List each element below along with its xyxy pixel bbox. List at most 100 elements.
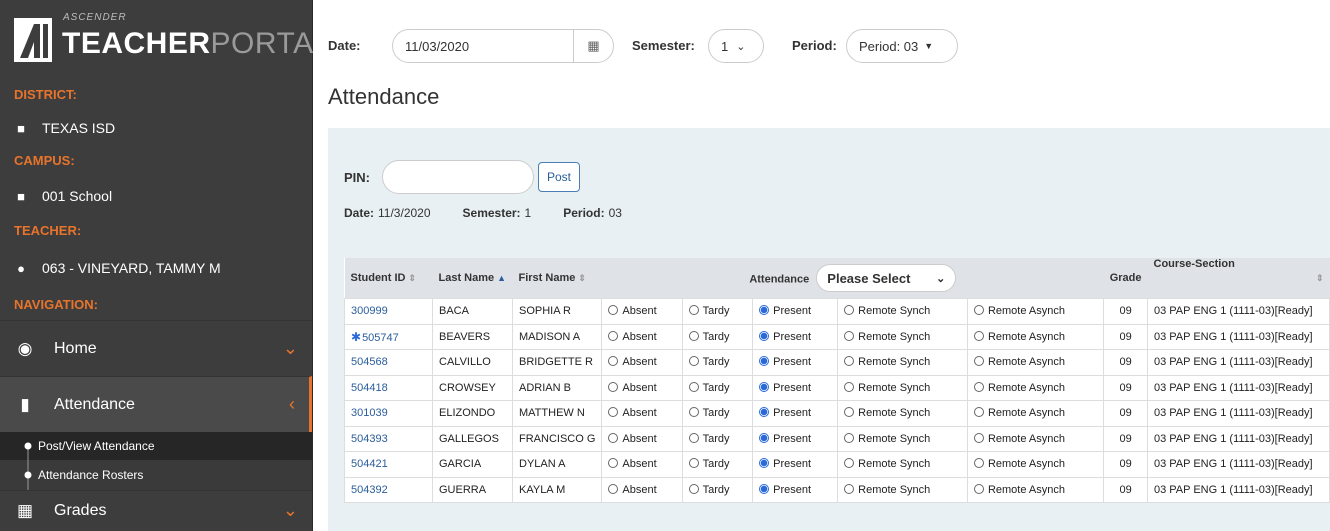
attendance-option-present[interactable]: Present bbox=[752, 425, 839, 452]
attendance-option-present[interactable]: Present bbox=[752, 451, 839, 478]
calendar-icon[interactable]: ▦ bbox=[573, 30, 613, 62]
radio-absent[interactable] bbox=[608, 458, 619, 469]
attendance-option-present[interactable]: Present bbox=[752, 400, 839, 427]
radio-present[interactable] bbox=[759, 483, 770, 494]
attendance-option-present[interactable]: Present bbox=[752, 374, 839, 401]
attendance-option-remote-asynch[interactable]: Remote Asynch bbox=[966, 425, 1105, 452]
col-last-name[interactable]: Last Name ▲ bbox=[433, 258, 513, 299]
nav-grades[interactable]: ▦ Grades ⌄ bbox=[0, 490, 312, 530]
radio-present[interactable] bbox=[759, 458, 770, 469]
attendance-option-remote-asynch[interactable]: Remote Asynch bbox=[966, 298, 1105, 325]
pin-input[interactable] bbox=[382, 160, 534, 194]
radio-remote-synch[interactable] bbox=[844, 483, 855, 494]
radio-remote-asynch[interactable] bbox=[973, 407, 984, 418]
student-id-link[interactable]: 504421 bbox=[344, 451, 433, 478]
app-logo[interactable]: ASCENDER TEACHERPORTAL bbox=[0, 0, 330, 80]
attendance-option-absent[interactable]: Absent bbox=[601, 323, 683, 350]
nav-home[interactable]: ◉ Home ⌄ bbox=[0, 320, 312, 376]
attendance-option-remote-asynch[interactable]: Remote Asynch bbox=[966, 374, 1105, 401]
attendance-option-remote-asynch[interactable]: Remote Asynch bbox=[966, 400, 1105, 427]
radio-remote-synch[interactable] bbox=[844, 432, 855, 443]
attendance-option-tardy[interactable]: Tardy bbox=[681, 374, 754, 401]
col-first-name[interactable]: First Name ⇕ bbox=[513, 258, 602, 299]
radio-tardy[interactable] bbox=[688, 381, 699, 392]
radio-tardy[interactable] bbox=[688, 407, 699, 418]
attendance-option-tardy[interactable]: Tardy bbox=[681, 425, 754, 452]
student-id-link[interactable]: ✱505747 bbox=[344, 323, 433, 350]
attendance-option-tardy[interactable]: Tardy bbox=[681, 476, 754, 503]
radio-absent[interactable] bbox=[608, 381, 619, 392]
nav-attendance[interactable]: ▮ Attendance ‹ bbox=[0, 376, 312, 432]
radio-remote-asynch[interactable] bbox=[973, 381, 984, 392]
post-button[interactable]: Post bbox=[538, 162, 581, 192]
attendance-option-remote-asynch[interactable]: Remote Asynch bbox=[966, 349, 1105, 376]
attendance-option-tardy[interactable]: Tardy bbox=[681, 400, 754, 427]
attendance-option-absent[interactable]: Absent bbox=[601, 298, 683, 325]
period-select[interactable]: Period: 03 ▼ bbox=[846, 29, 958, 63]
radio-absent[interactable] bbox=[608, 407, 619, 418]
attendance-option-remote-synch[interactable]: Remote Synch bbox=[837, 298, 968, 325]
radio-present[interactable] bbox=[759, 381, 770, 392]
col-grade[interactable]: Grade bbox=[1104, 258, 1148, 299]
radio-absent[interactable] bbox=[608, 356, 619, 367]
attendance-option-remote-synch[interactable]: Remote Synch bbox=[837, 323, 968, 350]
student-id-link[interactable]: 300999 bbox=[344, 298, 433, 325]
student-id-link[interactable]: 504392 bbox=[344, 476, 433, 503]
col-student-id[interactable]: Student ID ⇕ bbox=[345, 258, 433, 299]
radio-remote-synch[interactable] bbox=[844, 458, 855, 469]
radio-present[interactable] bbox=[759, 356, 770, 367]
radio-remote-synch[interactable] bbox=[844, 381, 855, 392]
attendance-option-remote-synch[interactable]: Remote Synch bbox=[837, 476, 968, 503]
radio-remote-asynch[interactable] bbox=[973, 356, 984, 367]
attendance-option-absent[interactable]: Absent bbox=[601, 451, 683, 478]
radio-tardy[interactable] bbox=[688, 483, 699, 494]
attendance-option-tardy[interactable]: Tardy bbox=[681, 349, 754, 376]
attendance-option-remote-synch[interactable]: Remote Synch bbox=[837, 425, 968, 452]
student-id-link[interactable]: 301039 bbox=[344, 400, 433, 427]
nav-post-view-attendance[interactable]: Post/View Attendance bbox=[0, 432, 312, 460]
radio-tardy[interactable] bbox=[688, 330, 699, 341]
attendance-option-tardy[interactable]: Tardy bbox=[681, 323, 754, 350]
semester-select[interactable]: 1 ⌄ bbox=[708, 29, 764, 63]
radio-remote-synch[interactable] bbox=[844, 407, 855, 418]
radio-tardy[interactable] bbox=[688, 458, 699, 469]
attendance-option-absent[interactable]: Absent bbox=[601, 400, 683, 427]
attendance-option-remote-synch[interactable]: Remote Synch bbox=[837, 400, 968, 427]
attendance-option-tardy[interactable]: Tardy bbox=[681, 298, 754, 325]
date-input[interactable]: 11/03/2020 bbox=[393, 39, 573, 54]
attendance-option-absent[interactable]: Absent bbox=[601, 374, 683, 401]
radio-present[interactable] bbox=[759, 330, 770, 341]
radio-tardy[interactable] bbox=[688, 356, 699, 367]
attendance-option-remote-synch[interactable]: Remote Synch bbox=[837, 374, 968, 401]
attendance-option-present[interactable]: Present bbox=[752, 298, 839, 325]
attendance-option-remote-asynch[interactable]: Remote Asynch bbox=[966, 451, 1105, 478]
date-picker[interactable]: 11/03/2020 ▦ bbox=[392, 29, 614, 63]
attendance-option-absent[interactable]: Absent bbox=[601, 349, 683, 376]
radio-remote-synch[interactable] bbox=[844, 305, 855, 316]
radio-remote-asynch[interactable] bbox=[973, 458, 984, 469]
attendance-option-remote-synch[interactable]: Remote Synch bbox=[837, 349, 968, 376]
radio-present[interactable] bbox=[759, 432, 770, 443]
radio-tardy[interactable] bbox=[688, 305, 699, 316]
attendance-bulk-select[interactable]: Please Select ⌄ bbox=[816, 264, 957, 292]
attendance-option-present[interactable]: Present bbox=[752, 323, 839, 350]
radio-present[interactable] bbox=[759, 305, 770, 316]
attendance-option-tardy[interactable]: Tardy bbox=[681, 451, 754, 478]
attendance-option-present[interactable]: Present bbox=[752, 476, 839, 503]
radio-absent[interactable] bbox=[608, 330, 619, 341]
attendance-option-remote-synch[interactable]: Remote Synch bbox=[837, 451, 968, 478]
radio-present[interactable] bbox=[759, 407, 770, 418]
radio-remote-synch[interactable] bbox=[844, 330, 855, 341]
radio-absent[interactable] bbox=[608, 432, 619, 443]
radio-remote-asynch[interactable] bbox=[973, 483, 984, 494]
radio-absent[interactable] bbox=[608, 305, 619, 316]
radio-remote-asynch[interactable] bbox=[973, 432, 984, 443]
student-id-link[interactable]: 504568 bbox=[344, 349, 433, 376]
attendance-option-remote-asynch[interactable]: Remote Asynch bbox=[966, 476, 1105, 503]
col-course-section[interactable]: Course-Section ⇕ bbox=[1148, 258, 1330, 299]
student-id-link[interactable]: 504418 bbox=[344, 374, 433, 401]
attendance-option-remote-asynch[interactable]: Remote Asynch bbox=[966, 323, 1105, 350]
radio-remote-asynch[interactable] bbox=[973, 305, 984, 316]
radio-remote-synch[interactable] bbox=[844, 356, 855, 367]
nav-attendance-rosters[interactable]: Attendance Rosters bbox=[0, 460, 312, 490]
